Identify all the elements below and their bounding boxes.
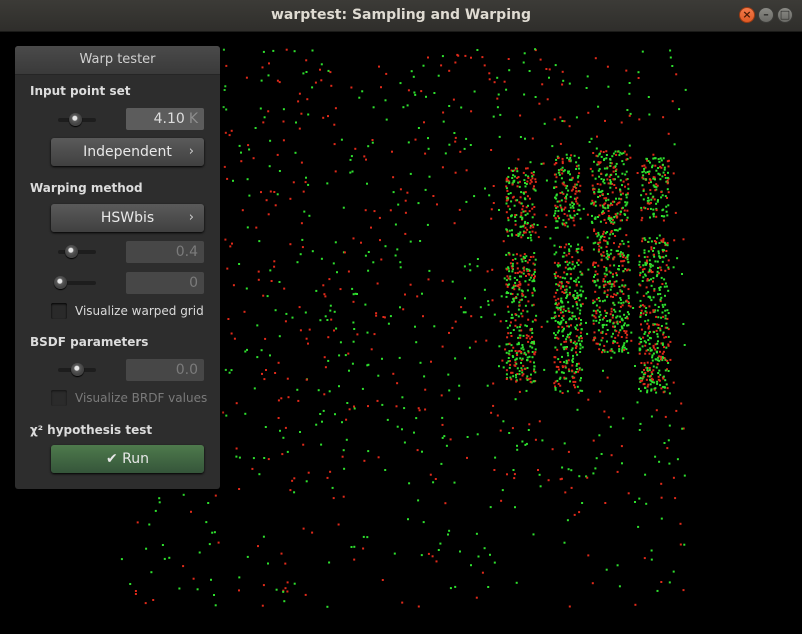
warp-param1-slider[interactable] (58, 245, 96, 258)
slider-knob[interactable] (65, 245, 78, 258)
warping-method-label: Warping method (30, 181, 143, 195)
panel-title[interactable]: Warp tester (15, 46, 220, 75)
input-point-set-label: Input point set (30, 84, 131, 98)
visualize-grid-checkbox[interactable] (51, 303, 67, 319)
visualize-grid-label: Visualize warped grid (75, 304, 204, 318)
window-title: warptest: Sampling and Warping (270, 7, 531, 23)
bsdf-slider[interactable] (58, 363, 96, 376)
warp-tester-panel: Warp tester Input point set 4.10 K Indepe… (15, 46, 220, 489)
chevron-right-icon: › (188, 144, 194, 159)
title-bar[interactable]: × – □ warptest: Sampling and Warping (0, 0, 802, 32)
slider-knob[interactable] (71, 363, 84, 376)
run-test-button[interactable]: ✔ Run (51, 445, 204, 473)
point-count-unit: K (188, 111, 198, 127)
warping-method-value: HSWbis (100, 210, 155, 226)
sampler-dropdown-button[interactable]: Independent › (51, 138, 204, 166)
warp-param2-slider[interactable] (54, 276, 96, 289)
point-count-field[interactable]: 4.10 K (126, 108, 204, 130)
slider-knob[interactable] (69, 113, 82, 126)
visualize-brdf-checkbox[interactable] (51, 390, 67, 406)
run-label: Run (122, 451, 150, 467)
chevron-right-icon: › (188, 210, 194, 225)
bsdf-parameters-label: BSDF parameters (30, 335, 149, 349)
warp-param1-field[interactable]: 0.4 (126, 241, 204, 263)
bsdf-value-field[interactable]: 0.0 (126, 359, 204, 381)
point-count-slider[interactable] (58, 113, 96, 126)
slider-knob[interactable] (54, 276, 67, 289)
warp-param2-field[interactable]: 0 (126, 272, 204, 294)
sampler-label: Independent (83, 144, 172, 160)
point-count-value: 4.10 (153, 111, 185, 127)
warping-method-dropdown-button[interactable]: HSWbis › (51, 204, 204, 232)
visualize-brdf-label: Visualize BRDF values (75, 391, 208, 405)
checkmark-icon: ✔ (105, 451, 123, 467)
chi2-test-label: χ² hypothesis test (30, 423, 153, 437)
